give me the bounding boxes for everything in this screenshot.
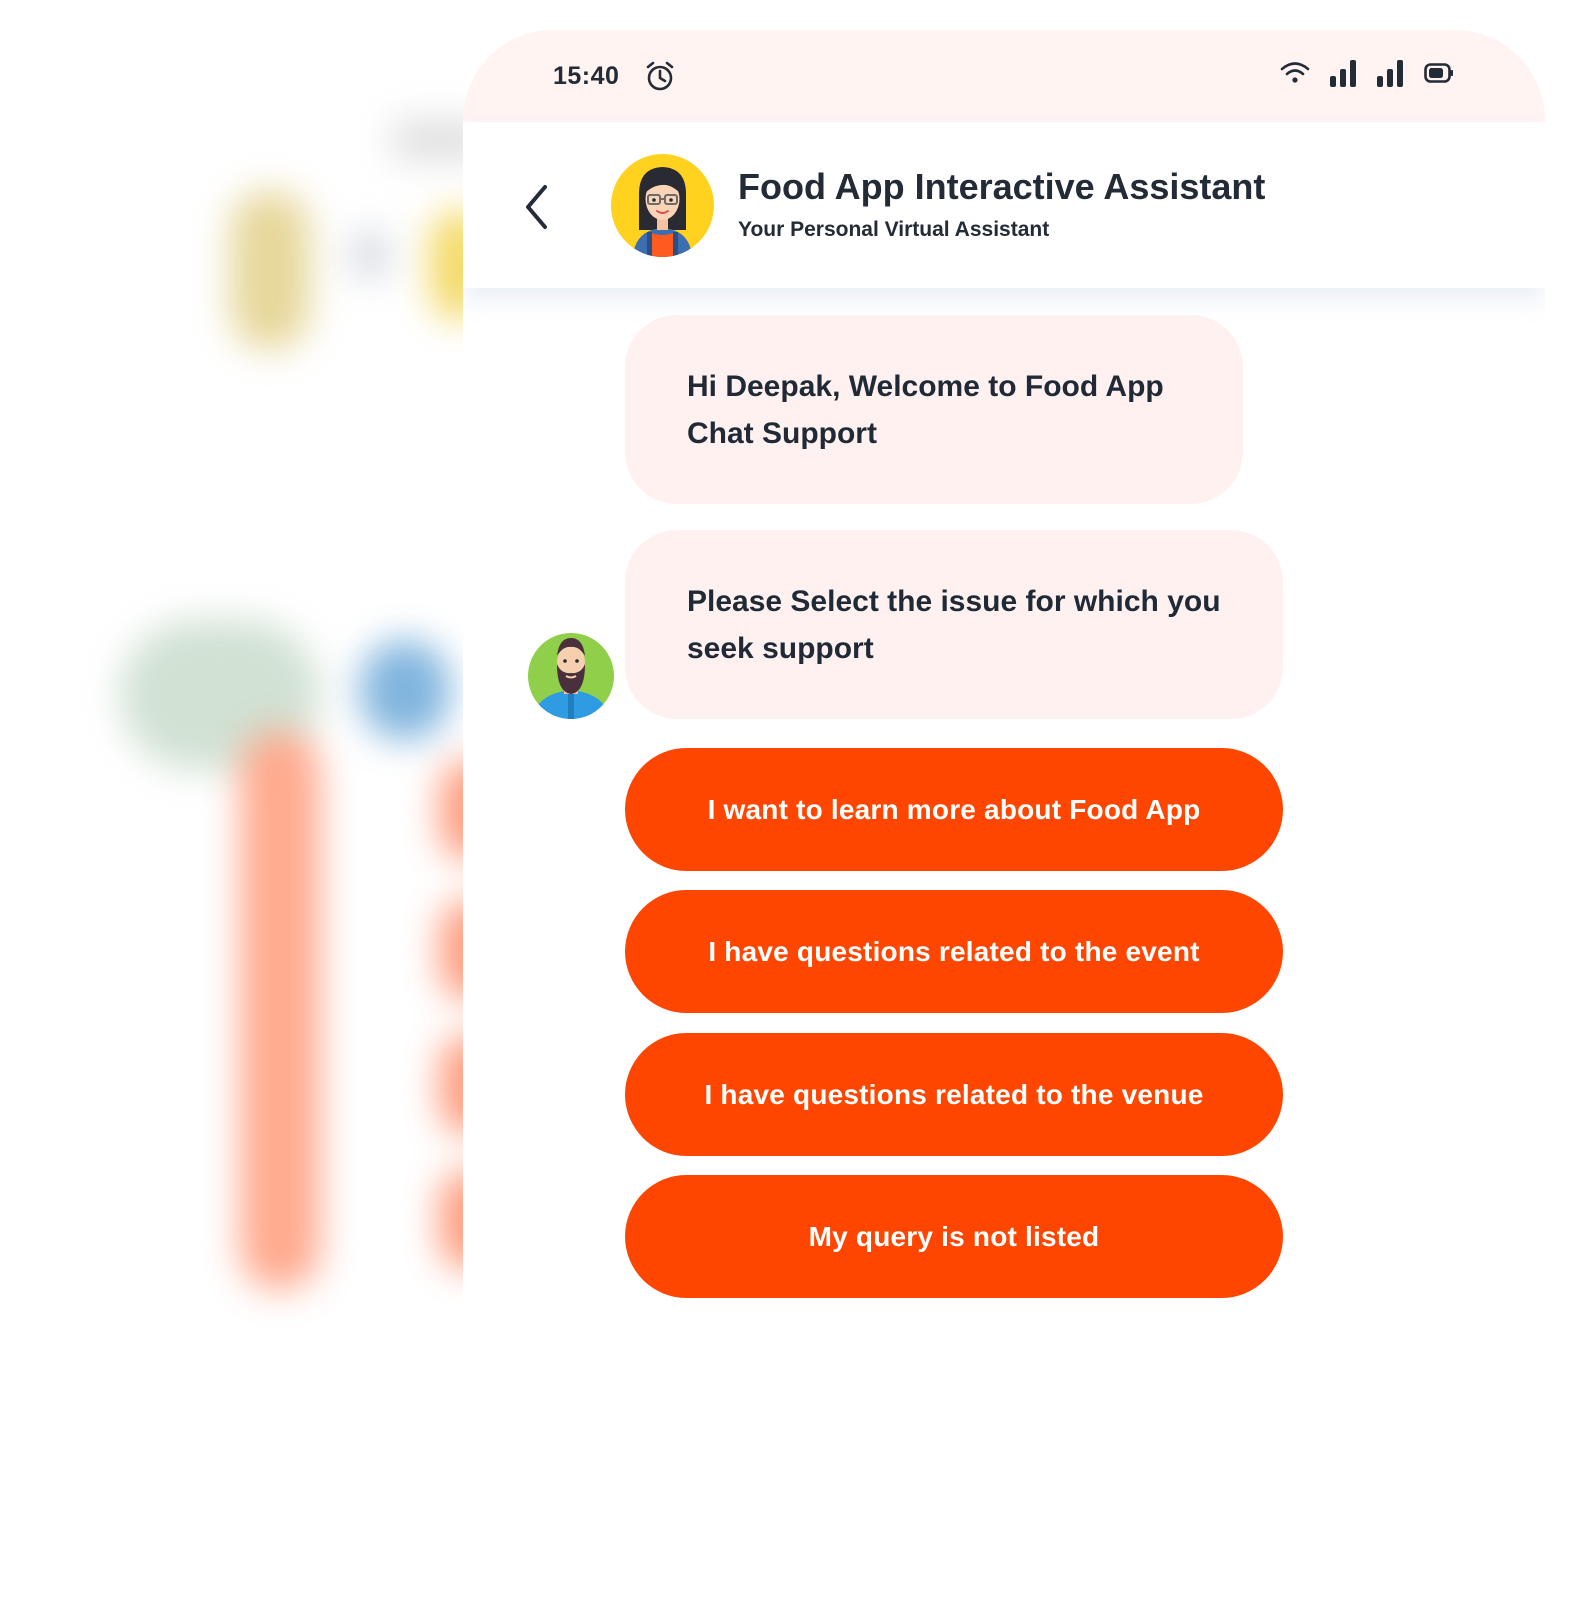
alarm-icon bbox=[646, 61, 674, 91]
header-subtitle: Your Personal Virtual Assistant bbox=[738, 218, 1050, 241]
option-learn-more-button[interactable]: I want to learn more about Food App bbox=[625, 748, 1283, 871]
message-text: Please Select the issue for which you se… bbox=[687, 584, 1221, 665]
option-venue-questions-button[interactable]: I have questions related to the venue bbox=[625, 1033, 1283, 1156]
assistant-message-bubble: Please Select the issue for which you se… bbox=[625, 530, 1283, 719]
wifi-icon bbox=[1280, 62, 1310, 83]
option-event-questions-button[interactable]: I have questions related to the event bbox=[625, 890, 1283, 1013]
status-bar: 15:40 bbox=[463, 30, 1545, 122]
chevron-left-icon[interactable] bbox=[523, 184, 551, 230]
phone-screen: 15:40 Food App Interactive Assistant You… bbox=[463, 30, 1545, 1599]
header-title: Food App Interactive Assistant bbox=[738, 166, 1266, 207]
message-text: Hi Deepak, Welcome to Food App Chat Supp… bbox=[687, 369, 1164, 450]
battery-icon bbox=[1424, 63, 1453, 83]
assistant-message-bubble: Hi Deepak, Welcome to Food App Chat Supp… bbox=[625, 315, 1243, 504]
signal-icon bbox=[1377, 60, 1403, 87]
chat-header: Food App Interactive Assistant Your Pers… bbox=[463, 122, 1545, 288]
option-query-not-listed-button[interactable]: My query is not listed bbox=[625, 1175, 1283, 1298]
screen: 15:40 Food App Interactive Assistant You… bbox=[0, 0, 1585, 1599]
assistant-avatar bbox=[611, 154, 714, 257]
signal-icon bbox=[1330, 60, 1356, 87]
user-avatar bbox=[528, 633, 614, 719]
status-time: 15:40 bbox=[553, 62, 620, 90]
